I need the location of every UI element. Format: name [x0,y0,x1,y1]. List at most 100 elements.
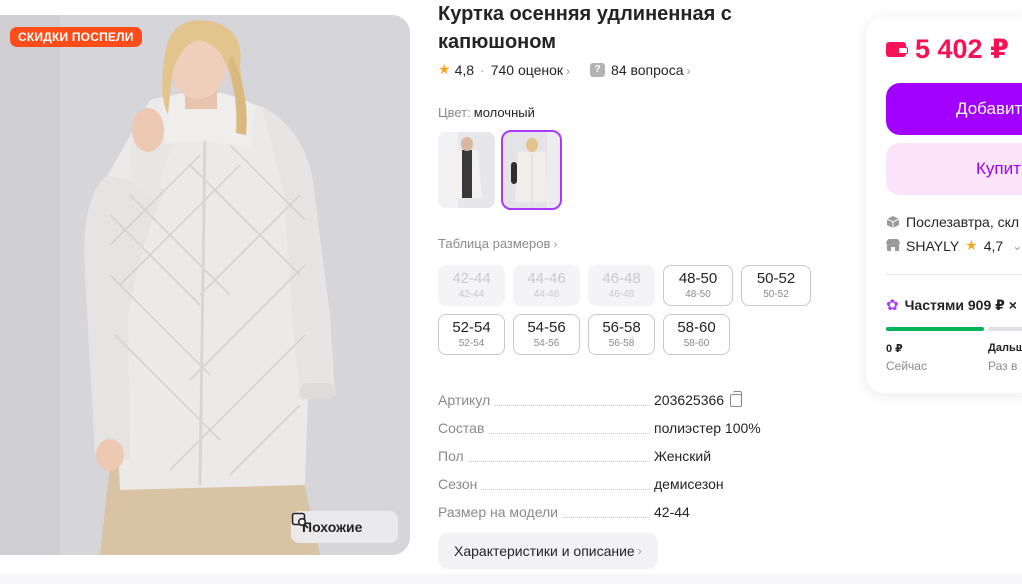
description-button[interactable]: Характеристики и описание › [438,533,658,569]
size-option[interactable]: 48-50 48-50 [663,265,733,306]
rating-value: 4,8 [454,61,475,78]
size-option[interactable]: 54-56 54-56 [513,314,580,355]
spec-key: Артикул [438,392,495,408]
chevron-down-icon: ⌄ [1012,238,1022,253]
size-option[interactable]: 46-48 46-48 [588,265,655,306]
seller-info[interactable]: SHAYLY ★ 4,7 ⌄ [886,237,1022,254]
size-main: 54-56 [527,319,566,336]
size-option[interactable]: 52-54 52-54 [438,314,505,355]
wallet-icon [886,42,908,57]
size-sub: 44-46 [533,289,560,300]
size-sub: 42-44 [458,289,485,300]
size-table-link[interactable]: Таблица размеров › [438,236,557,251]
pay-now-label: Сейчас [886,359,927,373]
size-sub: 54-56 [533,338,560,349]
spec-leader [438,461,650,462]
similar-button[interactable]: Похожие [291,511,398,543]
thumbnail-image [438,132,495,208]
installment-progress-paid [886,327,984,331]
spec-value: полиэстер 100% [650,420,761,436]
reviews-count: 740 оценок [490,61,564,78]
copy-icon[interactable] [730,390,743,407]
spec-key: Сезон [438,476,482,492]
spec-value: Женский [650,448,712,464]
color-label: Цвет: молочный [438,105,535,120]
box-icon [886,216,900,228]
color-thumbnails [438,130,562,210]
questions-count: 84 вопроса [611,61,684,78]
color-thumbnail-2-selected[interactable] [501,130,562,210]
size-option[interactable]: 44-46 44-46 [513,265,580,306]
product-title: Куртка осенняя удлиненная с капюшоном [438,3,732,53]
separator-dot: · [480,61,485,78]
delivery-info: Послезавтра, скл [886,214,1019,230]
size-table-label: Таблица размеров [438,236,551,251]
spec-key: Состав [438,420,489,436]
star-icon: ★ [965,237,978,253]
seller-rating: 4,7 [983,237,1004,254]
thumbnail-image [503,132,560,208]
spec-row: Размер на модели 42-44 [438,498,768,526]
article-number: 203625366 [654,392,725,408]
pay-later-label: Раз в 1 [988,359,1022,373]
size-option[interactable]: 56-58 56-58 [588,314,655,355]
installment-progress-remaining [988,327,1022,331]
product-photo[interactable]: СКИДКИ ПОСПЕЛИ Похожие [0,15,410,555]
size-main: 52-54 [452,319,491,336]
size-main: 56-58 [602,319,641,336]
size-sub: 46-48 [608,289,635,300]
size-main: 58-60 [677,319,716,336]
spec-value: 203625366 [650,390,743,408]
size-main: 42-44 [452,270,491,287]
similar-label: Похожие [302,519,363,535]
seller-name: SHAYLY [906,237,960,254]
chevron-right-icon: › [686,63,691,78]
description-label: Характеристики и описание [454,543,635,559]
sale-badge: СКИДКИ ПОСПЕЛИ [10,27,142,47]
size-sub: 56-58 [608,338,635,349]
pay-later-amount: Дальш [988,342,1022,354]
size-options: 42-44 42-44 44-46 44-46 46-48 46-48 48-50 48… [438,265,818,355]
chevron-right-icon: › [553,237,558,251]
spec-row: Сезон демисезон [438,470,768,498]
size-main: 44-46 [527,270,566,287]
chevron-right-icon: › [566,63,571,78]
questions-link[interactable]: 84 вопроса › [611,62,690,78]
shop-icon [886,239,900,251]
spec-row: Состав полиэстер 100% [438,414,768,442]
add-to-cart-button[interactable]: Добавить [886,83,1022,135]
size-option[interactable]: 42-44 42-44 [438,265,505,306]
size-main: 48-50 [678,270,718,287]
spec-value: 42-44 [650,504,690,520]
price: 5 402 ₽ [886,34,1009,65]
spec-value: демисезон [650,476,724,492]
size-option[interactable]: 58-60 58-60 [663,314,730,355]
buy-now-button[interactable]: Купить [886,143,1022,195]
buy-card: 5 402 ₽ Добавить Купить Послезавтра, скл… [866,17,1022,393]
size-sub: 48-50 [685,289,711,300]
rating-row: ★ 4,8 · 740 оценок › ? 84 вопроса › [438,61,691,78]
product-image [0,15,410,555]
star-icon: ★ [438,61,451,77]
installments-icon: ✿ [886,297,899,314]
questions-icon: ? [590,62,606,77]
size-sub: 50-52 [763,289,789,300]
chevron-right-icon: › [637,544,642,558]
spec-row: Пол Женский [438,442,768,470]
color-thumbnail-1[interactable] [438,132,495,208]
price-value: 5 402 ₽ [915,34,1009,64]
size-main: 46-48 [602,270,641,287]
spec-key: Пол [438,448,468,464]
delivery-text: Послезавтра, скл [906,214,1020,230]
installments-info[interactable]: ✿ Частями 909 ₽ × [886,296,1017,315]
similar-search-icon [291,512,309,529]
size-main: 50-52 [756,270,796,287]
spec-key: Размер на модели [438,504,562,520]
pay-now-amount: 0 ₽ [886,343,903,355]
size-option[interactable]: 50-52 50-52 [741,265,811,306]
product-specs: Артикул 203625366 Состав полиэстер 100% … [438,386,768,526]
reviews-link[interactable]: 740 оценок › [491,62,570,78]
page-bottom-strip [0,574,1022,584]
installments-text: Частями 909 ₽ × [904,296,1017,313]
spec-row: Артикул 203625366 [438,386,768,414]
